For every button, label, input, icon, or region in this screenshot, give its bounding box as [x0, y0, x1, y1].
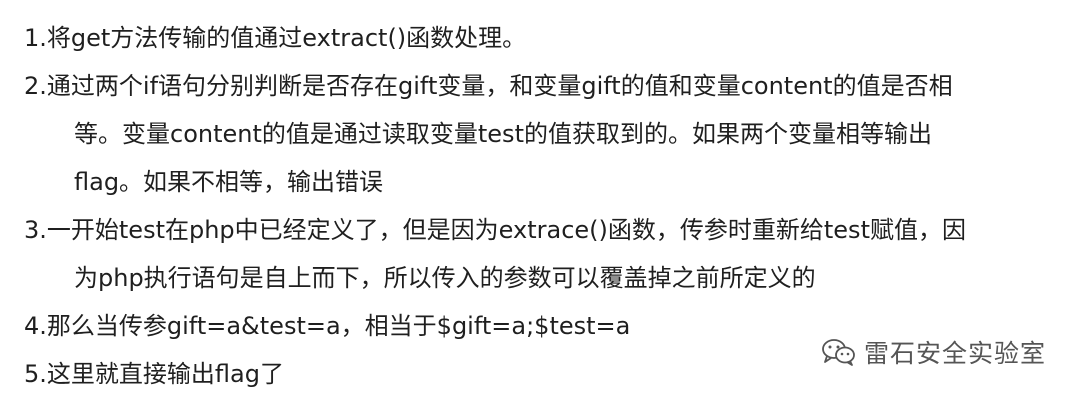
list-item-1: 1.将get方法传输的值通过extract()函数处理。 [24, 14, 1064, 62]
list-item-3: 3.一开始test在php中已经定义了，但是因为extrace()函数，传参时重… [24, 206, 1064, 302]
list-item-3-continuation-1: 为php执行语句是自上而下，所以传入的参数可以覆盖掉之前所定义的 [74, 264, 816, 292]
list-item-1-text: 1.将get方法传输的值通过extract()函数处理。 [24, 24, 527, 52]
list-item-2-text: 2.通过两个if语句分别判断是否存在gift变量，和变量gift的值和变量con… [24, 72, 953, 100]
list-item-2-continuation-1: 等。变量content的值是通过读取变量test的值获取到的。如果两个变量相等输… [74, 120, 932, 148]
watermark: 雷石安全实验室 [820, 334, 1046, 370]
list-item-3-text: 3.一开始test在php中已经定义了，但是因为extrace()函数，传参时重… [24, 216, 966, 244]
wechat-icon [822, 339, 855, 366]
list-item-4-text: 4.那么当传参gift=a&test=a，相当于$gift=a;$test=a [24, 312, 631, 340]
list-item-5-text: 5.这里就直接输出flag了 [24, 360, 284, 388]
document-page: 1.将get方法传输的值通过extract()函数处理。 2.通过两个if语句分… [0, 0, 1080, 402]
list-item-2-continuation-2: flag。如果不相等，输出错误 [74, 168, 384, 196]
watermark-text: 雷石安全实验室 [863, 339, 1046, 368]
list-item-2: 2.通过两个if语句分别判断是否存在gift变量，和变量gift的值和变量con… [24, 62, 1064, 206]
